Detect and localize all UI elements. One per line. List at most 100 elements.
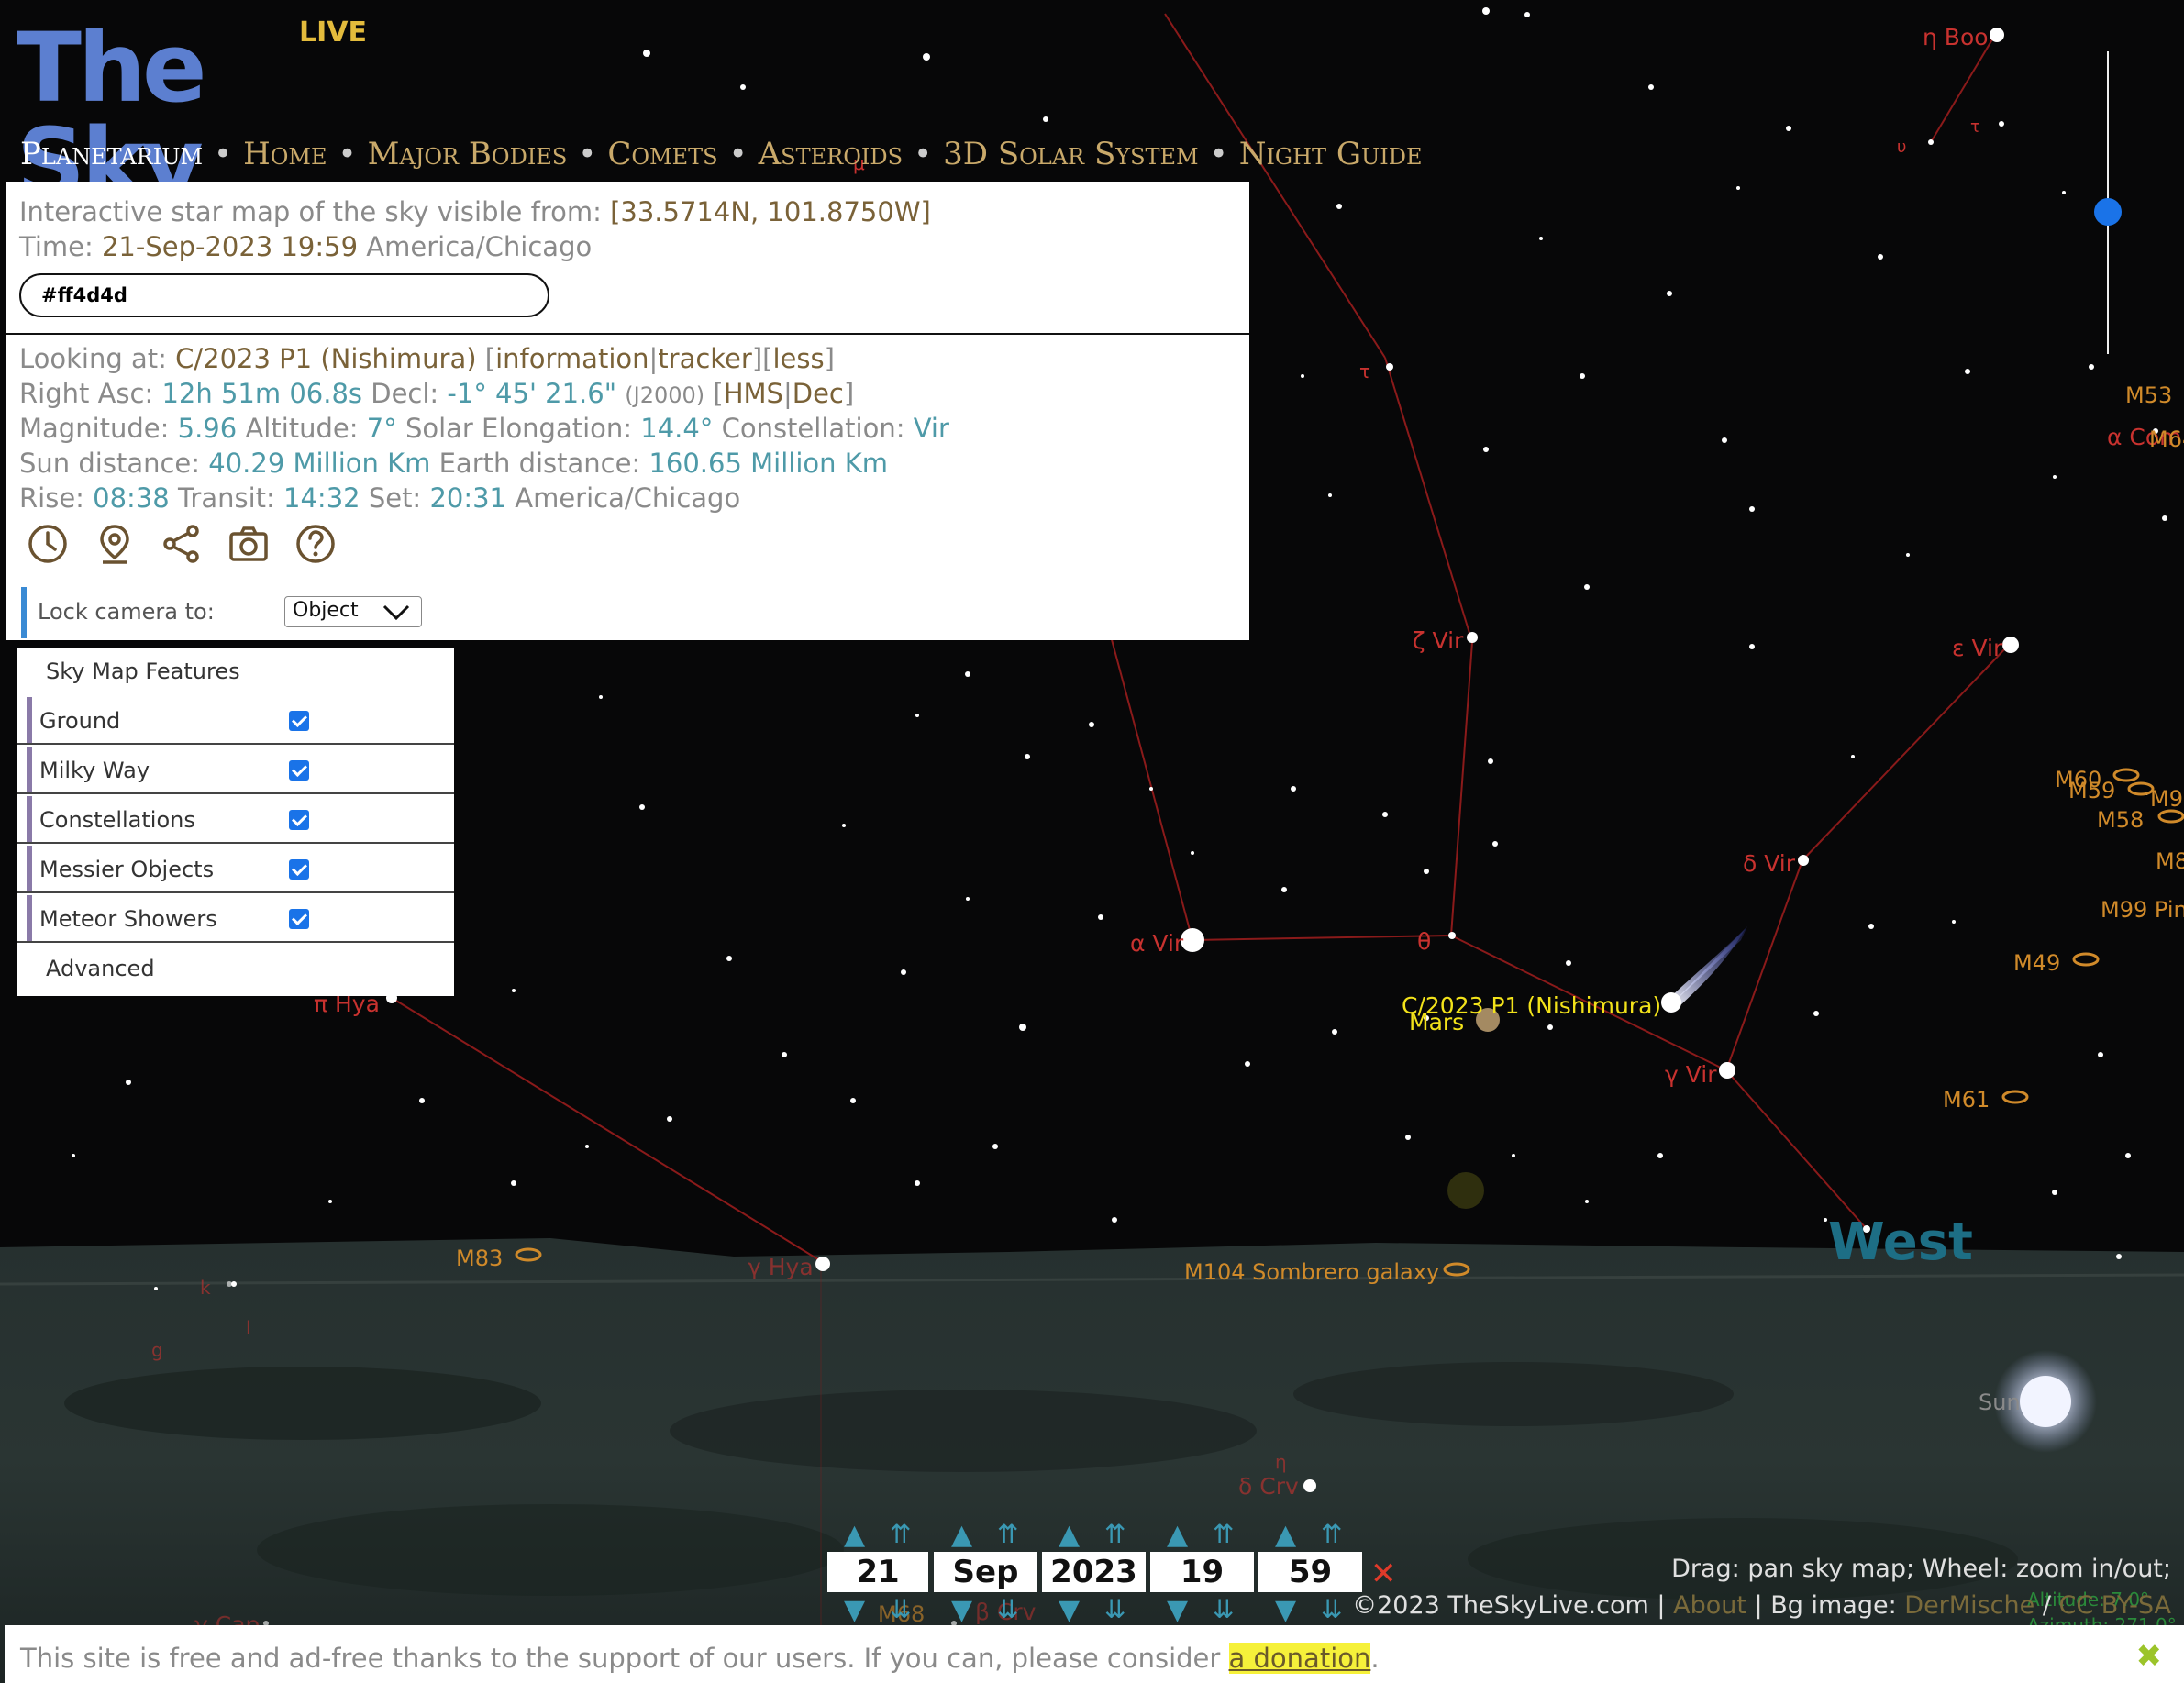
- close-datetime-button[interactable]: ✕: [1370, 1556, 1397, 1592]
- nav-comets[interactable]: Comets: [607, 136, 717, 172]
- nav-asteroids[interactable]: Asteroids: [759, 136, 903, 172]
- lock-camera-select[interactable]: Object: [284, 596, 422, 627]
- hms-link[interactable]: HMS: [724, 378, 783, 409]
- label-alpha-vir[interactable]: α Vir: [1130, 930, 1183, 957]
- label-m59[interactable]: M59: [2068, 778, 2115, 803]
- year-field[interactable]: 2023: [1042, 1552, 1146, 1592]
- label-gamma-vir[interactable]: γ Vir: [1665, 1061, 1717, 1088]
- label-zeta-vir[interactable]: ζ Vir: [1413, 627, 1463, 654]
- label-eta-boo[interactable]: η Boo: [1923, 24, 1989, 50]
- license-link[interactable]: CC BY-SA: [2059, 1591, 2171, 1620]
- day-down-fast-button[interactable]: ⇊: [890, 1594, 911, 1624]
- help-text: Drag: pan sky map; Wheel: zoom in/out;: [1671, 1555, 2171, 1583]
- minute-down-fast-button[interactable]: ⇊: [1321, 1594, 1342, 1624]
- nav-3d-solar-system[interactable]: 3D Solar System: [943, 136, 1199, 172]
- day-field[interactable]: 21: [827, 1552, 928, 1592]
- day-down-button[interactable]: ▼: [844, 1594, 865, 1626]
- decl-label: Decl:: [371, 378, 439, 409]
- site-logo[interactable]: The Sky LIVE: [17, 13, 367, 211]
- label-m104[interactable]: M104 Sombrero galaxy: [1184, 1259, 1439, 1285]
- minute-down-button[interactable]: ▼: [1275, 1594, 1296, 1626]
- hour-field[interactable]: 19: [1150, 1552, 1254, 1592]
- less-link[interactable]: less: [772, 343, 824, 374]
- clock-icon[interactable]: [25, 521, 71, 567]
- altitude-value: 7°: [366, 413, 397, 444]
- month-up-button[interactable]: ▲: [951, 1519, 972, 1551]
- day-up-fast-button[interactable]: ⇈: [890, 1519, 911, 1549]
- donation-link[interactable]: a donation: [1228, 1643, 1371, 1674]
- tracker-link[interactable]: tracker: [658, 343, 752, 374]
- month-down-button[interactable]: ▼: [951, 1594, 972, 1626]
- milky-way-checkbox[interactable]: [289, 760, 309, 781]
- year-down-button[interactable]: ▼: [1059, 1594, 1080, 1626]
- feature-row-messier-objects[interactable]: Messier Objects: [17, 846, 454, 893]
- label-m90[interactable]: M90: [2150, 786, 2184, 812]
- year-down-fast-button[interactable]: ⇊: [1104, 1594, 1125, 1624]
- messier-objects-checkbox[interactable]: [289, 859, 309, 880]
- feature-row-constellations[interactable]: Constellations: [17, 796, 454, 844]
- magnitude-line: Magnitude: 5.96 Altitude: 7° Solar Elong…: [19, 413, 949, 444]
- minute-up-fast-button[interactable]: ⇈: [1321, 1519, 1342, 1549]
- month-down-fast-button[interactable]: ⇊: [997, 1594, 1018, 1624]
- label-m49[interactable]: M49: [2013, 950, 2060, 976]
- label-delta-vir[interactable]: δ Vir: [1743, 850, 1795, 877]
- label-theta[interactable]: θ: [1417, 928, 1431, 955]
- label-mars[interactable]: Mars: [1409, 1009, 1464, 1035]
- feature-row-meteor-showers[interactable]: Meteor Showers: [17, 895, 454, 943]
- label-gamma-hya[interactable]: γ Hya: [748, 1254, 814, 1280]
- label-m99[interactable]: M99 Pin: [2101, 897, 2184, 923]
- meteor-showers-checkbox[interactable]: [289, 909, 309, 929]
- zoom-slider-knob[interactable]: [2094, 198, 2122, 226]
- minute-field[interactable]: 59: [1258, 1552, 1362, 1592]
- hour-up-button[interactable]: ▲: [1167, 1519, 1188, 1551]
- main-nav: Planetarium • Home • Major Bodies • Comets • Ast…: [20, 136, 1422, 172]
- nav-major-bodies[interactable]: Major Bodies: [368, 136, 568, 172]
- bg-author-link[interactable]: DerMische: [1904, 1591, 2034, 1620]
- nav-separator: •: [1209, 136, 1228, 172]
- feature-label: Constellations: [39, 807, 195, 833]
- nav-night-guide[interactable]: Night Guide: [1239, 136, 1423, 172]
- minute-up-button[interactable]: ▲: [1275, 1519, 1296, 1551]
- about-link[interactable]: About: [1673, 1591, 1746, 1620]
- month-field[interactable]: Sep: [934, 1552, 1037, 1592]
- feature-row-ground[interactable]: Ground: [17, 697, 454, 745]
- share-icon[interactable]: [159, 521, 205, 567]
- label-tau-small: τ: [1970, 117, 1980, 137]
- advanced-toggle[interactable]: Advanced: [46, 956, 155, 981]
- label-m84[interactable]: M8: [2156, 848, 2184, 874]
- nav-planetarium[interactable]: Planetarium: [20, 136, 203, 172]
- label-m61[interactable]: M61: [1943, 1087, 1990, 1113]
- camera-icon[interactable]: [226, 521, 272, 567]
- label-m58[interactable]: M58: [2097, 807, 2144, 833]
- label-m83[interactable]: M83: [456, 1246, 503, 1271]
- label-eps-vir[interactable]: ε Vir: [1952, 635, 2002, 661]
- year-up-fast-button[interactable]: ⇈: [1104, 1519, 1125, 1549]
- constellations-checkbox[interactable]: [289, 810, 309, 830]
- constellation-value[interactable]: Vir: [914, 413, 949, 444]
- dec-link[interactable]: Dec: [793, 378, 844, 409]
- location-pin-icon[interactable]: [92, 521, 138, 567]
- close-banner-button[interactable]: ✖: [2136, 1638, 2163, 1675]
- label-delta-crv[interactable]: δ Crv: [1238, 1473, 1299, 1500]
- epoch-label: (J2000): [625, 382, 705, 408]
- features-title[interactable]: Sky Map Features: [46, 659, 240, 684]
- magnitude-label: Magnitude:: [19, 413, 170, 444]
- hour-down-fast-button[interactable]: ⇊: [1213, 1594, 1234, 1624]
- label-m53[interactable]: M53: [2125, 382, 2172, 408]
- hour-up-fast-button[interactable]: ⇈: [1213, 1519, 1234, 1549]
- information-link[interactable]: information: [495, 343, 649, 374]
- search-input[interactable]: [19, 273, 549, 317]
- transit-label: Transit:: [177, 482, 275, 514]
- label-sun[interactable]: Sun: [1979, 1390, 2021, 1415]
- help-icon[interactable]: [293, 521, 338, 567]
- year-up-button[interactable]: ▲: [1059, 1519, 1080, 1551]
- day-up-button[interactable]: ▲: [844, 1519, 865, 1551]
- nav-home[interactable]: Home: [243, 136, 327, 172]
- feature-row-milky-way[interactable]: Milky Way: [17, 747, 454, 794]
- lock-camera-label: Lock camera to:: [38, 599, 215, 625]
- hour-down-button[interactable]: ▼: [1167, 1594, 1188, 1626]
- ground-checkbox[interactable]: [289, 711, 309, 731]
- credits-slash: /: [2042, 1591, 2051, 1620]
- label-m64[interactable]: M64: [2149, 426, 2184, 452]
- month-up-fast-button[interactable]: ⇈: [997, 1519, 1018, 1549]
